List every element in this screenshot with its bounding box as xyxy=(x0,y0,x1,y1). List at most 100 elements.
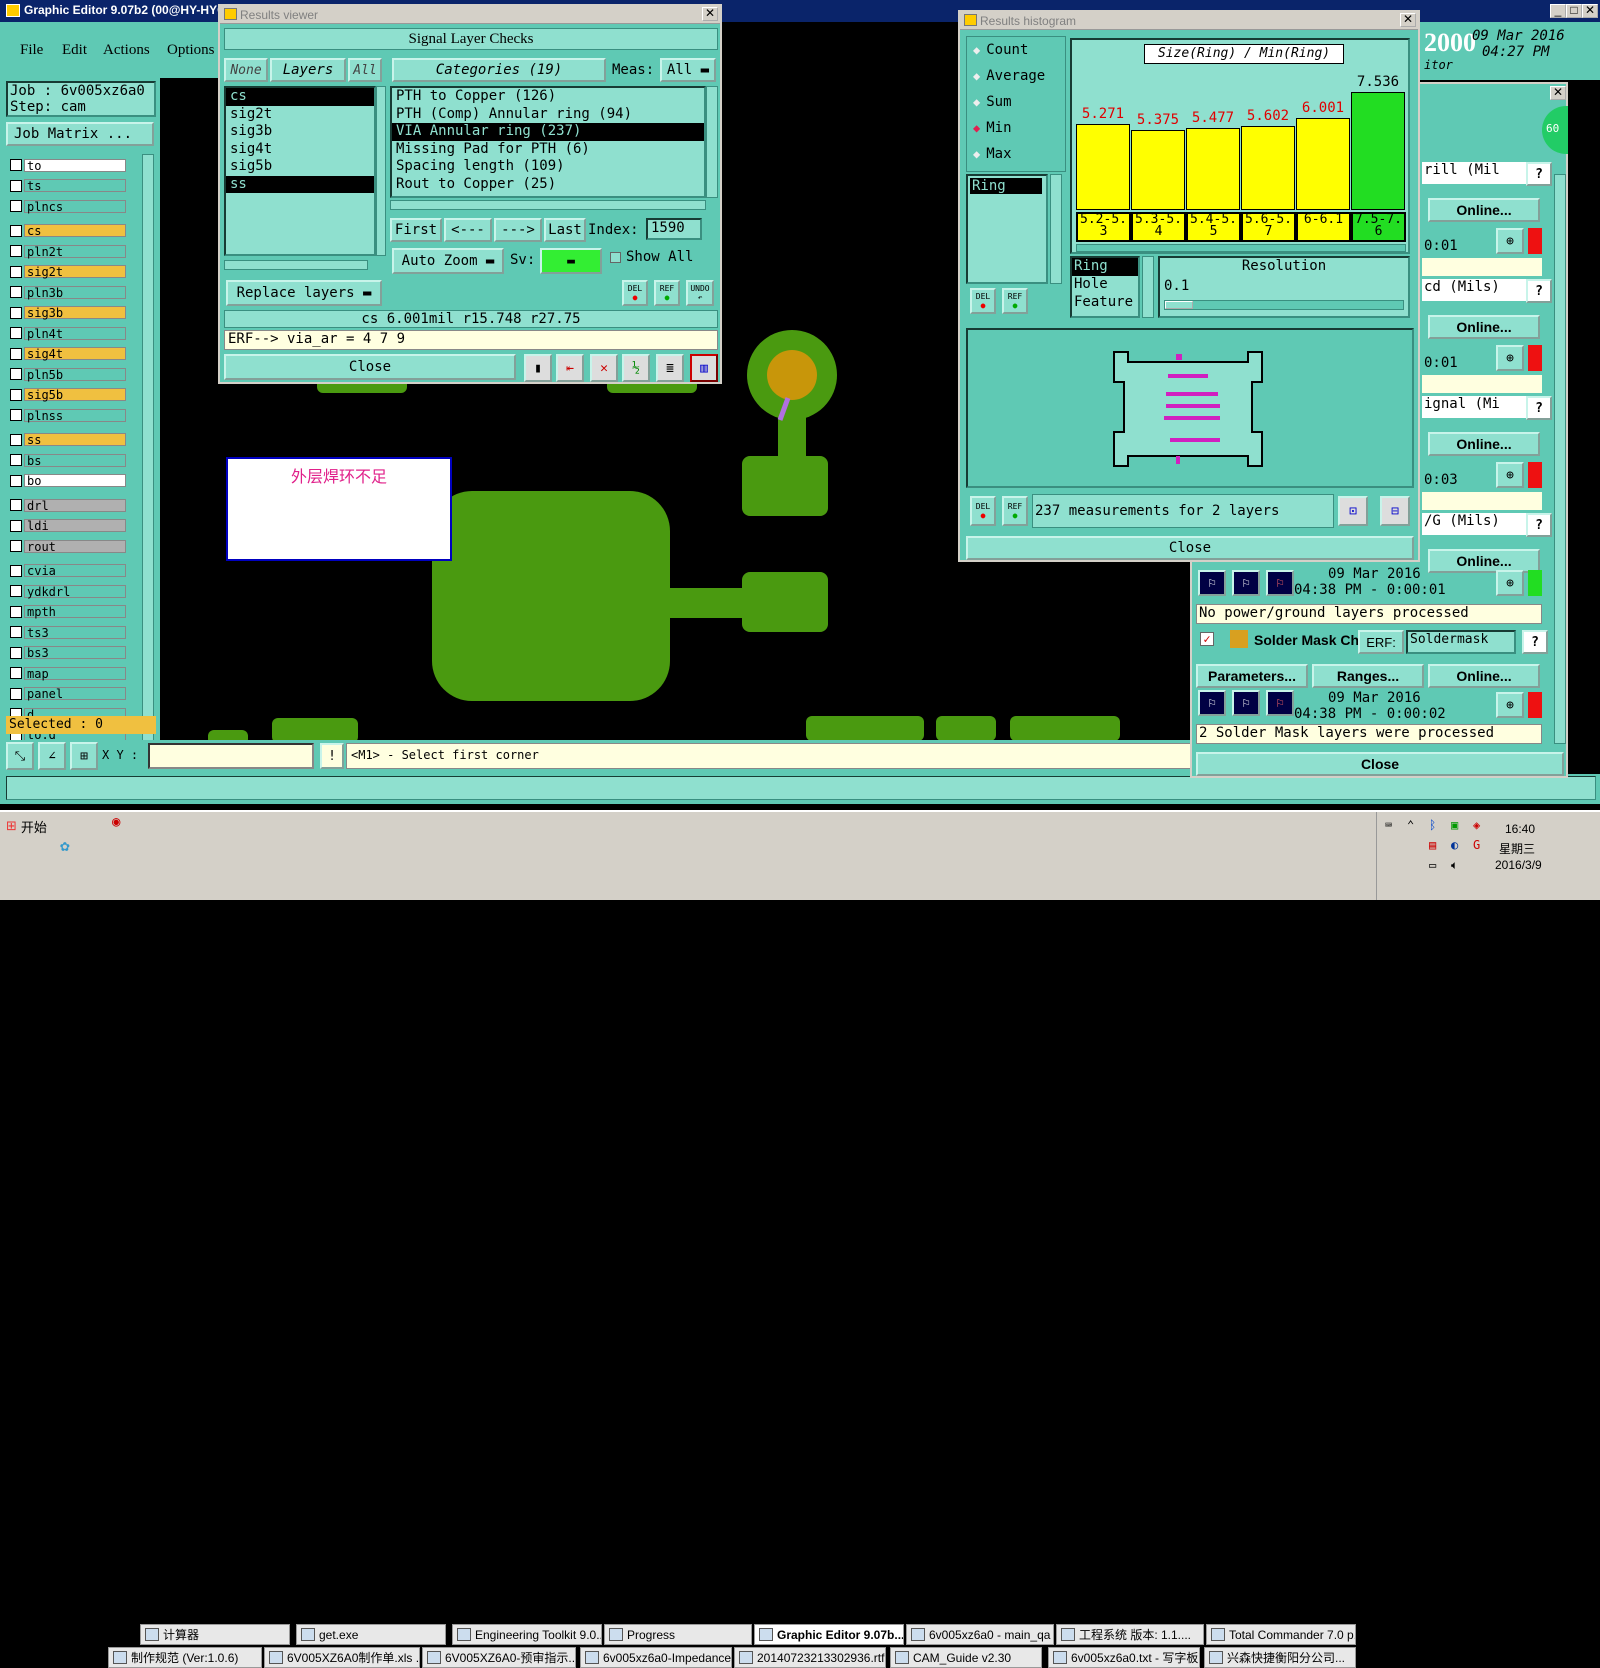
zoom-fit-icon[interactable]: ⤡ xyxy=(6,742,34,770)
index-input[interactable]: 1590 xyxy=(646,218,702,240)
tray-g-icon[interactable]: G xyxy=(1473,838,1480,852)
layer-name[interactable]: bo xyxy=(24,474,126,487)
layer-name[interactable]: map xyxy=(24,666,126,680)
layer-name[interactable]: bs xyxy=(24,453,126,467)
layer-checkbox[interactable] xyxy=(10,540,22,552)
job-matrix-button[interactable]: Job Matrix ... xyxy=(6,122,154,146)
radio-icon[interactable]: ◆ xyxy=(973,147,980,161)
result-layer-item[interactable]: sig2t xyxy=(226,106,374,124)
first-button[interactable]: First xyxy=(390,218,442,242)
histogram-close-button[interactable]: Close xyxy=(966,536,1414,560)
tray-keyboard-icon[interactable]: ⌨ xyxy=(1385,818,1392,832)
close-icon[interactable]: ✕ xyxy=(1400,13,1416,27)
layer-checkbox[interactable] xyxy=(10,519,22,532)
undo-button[interactable]: UNDO ↶ xyxy=(686,280,714,306)
layer-row[interactable]: panel xyxy=(10,687,126,701)
result-layer-item[interactable]: ss xyxy=(226,175,374,193)
run-icon-6[interactable]: ⚐ xyxy=(1266,690,1294,716)
task-button[interactable]: Graphic Editor 9.07b... xyxy=(754,1624,904,1645)
layer-name[interactable]: cs xyxy=(24,224,126,237)
task-button[interactable]: CAM_Guide v2.30 xyxy=(890,1647,1042,1668)
task-button[interactable]: 6v005xz6a0-Impedance... xyxy=(580,1647,732,1668)
layer-row[interactable]: ts3 xyxy=(10,625,126,639)
radio-icon[interactable]: ◆ xyxy=(973,121,980,135)
none-button[interactable]: None xyxy=(224,58,268,82)
ring-list[interactable]: Ring xyxy=(966,174,1048,284)
run-icon-2[interactable]: ⚐ xyxy=(1232,570,1260,596)
layer-row[interactable]: plncs xyxy=(10,199,126,213)
zoom-icon[interactable]: ⊕ xyxy=(1496,345,1524,371)
panel-scrollbar[interactable] xyxy=(1554,174,1566,744)
menu-edit[interactable]: Edit xyxy=(62,42,87,59)
erf-field[interactable]: Soldermask xyxy=(1406,630,1516,654)
ranges-button[interactable]: Ranges... xyxy=(1312,664,1424,688)
histogram-bar[interactable] xyxy=(1186,128,1240,210)
layer-name[interactable]: sig4t xyxy=(24,347,126,360)
zoom-in-preview-icon[interactable]: ⊡ xyxy=(1338,496,1368,526)
help-button[interactable]: ? xyxy=(1526,513,1552,537)
grid-icon[interactable]: ⊞ xyxy=(70,742,98,770)
histogram-icon[interactable]: ▥ xyxy=(690,354,718,382)
layer-name[interactable]: pln3b xyxy=(24,285,126,299)
category-item[interactable]: Rout to Copper (25) xyxy=(392,176,704,194)
security-icon[interactable]: ◈ xyxy=(1473,818,1480,832)
layer-name[interactable]: to xyxy=(24,158,126,172)
layer-row[interactable]: to xyxy=(10,158,126,172)
task-button[interactable]: 制作规范 (Ver:1.0.6) xyxy=(108,1647,262,1668)
preview-ref-button[interactable]: REF ● xyxy=(1002,496,1028,526)
run-icon-3[interactable]: ⚐ xyxy=(1266,570,1294,596)
task-button[interactable]: 兴森快捷衡阳分公司... xyxy=(1204,1647,1356,1668)
replace-layers-dropdown[interactable]: Replace layers ▬ xyxy=(226,280,382,306)
layer-list-scroll[interactable] xyxy=(376,86,386,256)
histogram-bar[interactable] xyxy=(1296,118,1350,210)
layer-name[interactable]: plnss xyxy=(24,408,126,422)
layer-list-scrollbar[interactable] xyxy=(142,154,154,784)
layer-row[interactable]: mpth xyxy=(10,605,126,619)
layer-hscroll[interactable] xyxy=(224,260,368,270)
parameters-button[interactable]: Parameters... xyxy=(1196,664,1308,688)
stat-option-min[interactable]: ◆ Min xyxy=(967,115,1065,141)
layer-row[interactable]: bs xyxy=(10,453,126,467)
layer-row[interactable]: pln3b xyxy=(10,285,126,299)
layer-name[interactable]: sig5b xyxy=(24,388,126,401)
layer-checkbox[interactable] xyxy=(10,564,22,577)
task-button[interactable]: 20140723213302936.rtf... xyxy=(734,1647,886,1668)
result-layer-item[interactable]: sig4t xyxy=(226,141,374,159)
preview-del-button[interactable]: DEL ● xyxy=(970,496,996,526)
task-button[interactable]: 6V005XZ6A0制作单.xls ... xyxy=(264,1647,420,1668)
board-preview[interactable] xyxy=(966,328,1414,488)
resolution-slider[interactable] xyxy=(1164,300,1404,310)
category-scroll[interactable] xyxy=(706,86,718,198)
category-item[interactable]: VIA Annular ring (237) xyxy=(392,123,704,141)
hist-del-button[interactable]: DEL ● xyxy=(970,288,996,314)
layer-checkbox[interactable] xyxy=(10,454,22,466)
layer-name[interactable]: drl xyxy=(24,498,126,512)
result-layer-item[interactable]: sig5b xyxy=(226,158,374,176)
layer-checkbox[interactable] xyxy=(10,327,22,339)
layer-checkbox[interactable] xyxy=(10,605,22,618)
type-item[interactable]: Feature xyxy=(1072,294,1138,312)
layer-name[interactable]: pln4t xyxy=(24,326,126,340)
command-line[interactable] xyxy=(6,776,1596,800)
radio-icon[interactable]: ◆ xyxy=(973,69,980,83)
stat-option-average[interactable]: ◆ Average xyxy=(967,63,1065,89)
task-button[interactable]: 6V005XZ6A0-预审指示.... xyxy=(422,1647,576,1668)
tray-arrow-icon[interactable]: ⌃ xyxy=(1407,818,1414,832)
display-icon[interactable]: ▭ xyxy=(1429,858,1436,872)
category-item[interactable]: Missing Pad for PTH (6) xyxy=(392,141,704,159)
layer-name[interactable]: pln2t xyxy=(24,244,126,258)
menu-options[interactable]: Options xyxy=(167,42,215,59)
layer-row[interactable]: bo xyxy=(10,474,126,488)
ring-item[interactable]: Ring xyxy=(970,178,1042,194)
layer-checkbox[interactable] xyxy=(10,687,22,700)
compare-icon[interactable]: ½ xyxy=(622,354,650,382)
close-icon[interactable]: ✕ xyxy=(702,7,718,21)
layer-checkbox[interactable] xyxy=(10,499,22,511)
layer-row[interactable]: ydkdrl xyxy=(10,584,126,598)
layer-checkbox[interactable] xyxy=(10,224,22,237)
layer-name[interactable]: ts3 xyxy=(24,625,126,639)
xy-input[interactable] xyxy=(148,743,314,769)
run-icon[interactable]: ⚐ xyxy=(1198,570,1226,596)
type-item[interactable]: Hole xyxy=(1072,276,1138,294)
stat-option-max[interactable]: ◆ Max xyxy=(967,141,1065,167)
